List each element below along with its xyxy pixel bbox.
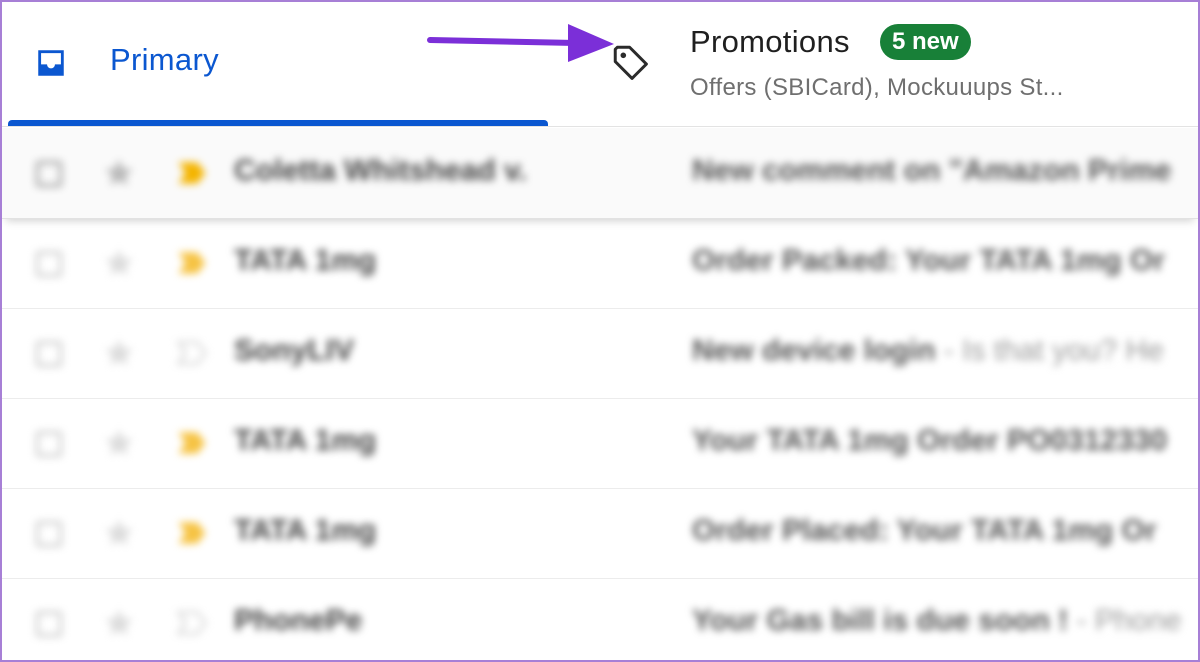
sender-name: TATA 1mg: [234, 514, 377, 547]
select-checkbox[interactable]: [36, 611, 62, 637]
table-row[interactable]: Coletta Whitshead v. New comment on "Ama…: [2, 128, 1198, 219]
inbox-icon: [38, 50, 64, 76]
tab-primary-label: Primary: [110, 42, 219, 77]
star-icon[interactable]: [102, 246, 136, 280]
sender-name: Coletta Whitshead v.: [234, 154, 527, 187]
important-marker-icon[interactable]: [176, 428, 208, 458]
tab-promotions-label: Promotions: [690, 24, 850, 59]
email-subject: Your Gas bill is due soon ! - Phone: [692, 604, 1198, 638]
subject-text: Your Gas bill is due soon !: [692, 604, 1069, 637]
select-checkbox[interactable]: [36, 341, 62, 367]
email-subject: New comment on "Amazon Prime: [692, 154, 1198, 188]
sender-name: PhonePe: [234, 604, 363, 637]
important-marker-icon[interactable]: [176, 338, 208, 368]
star-icon[interactable]: [102, 516, 136, 550]
table-row[interactable]: TATA 1mg Order Packed: Your TATA 1mg Or: [2, 218, 1198, 309]
star-icon[interactable]: [102, 606, 136, 640]
active-tab-indicator: [8, 120, 548, 126]
email-list: Coletta Whitshead v. New comment on "Ama…: [2, 128, 1198, 660]
email-subject: Order Packed: Your TATA 1mg Or: [692, 244, 1198, 278]
subject-text: Order Packed: Your TATA 1mg Or: [692, 244, 1165, 277]
sender-name: TATA 1mg: [234, 424, 377, 457]
email-subject: Order Placed: Your TATA 1mg Or: [692, 514, 1198, 548]
table-row[interactable]: TATA 1mg Your TATA 1mg Order PO0312330: [2, 398, 1198, 489]
table-row[interactable]: SonyLIV New device login - Is that you? …: [2, 308, 1198, 399]
subject-text: New comment on "Amazon Prime: [692, 154, 1172, 187]
select-checkbox[interactable]: [36, 251, 62, 277]
promotions-snippet: Offers (SBICard), Mockuuups St...: [690, 74, 1064, 101]
star-icon[interactable]: [102, 336, 136, 370]
snippet-text: - Is that you? He: [935, 334, 1164, 367]
important-marker-icon[interactable]: [176, 248, 208, 278]
subject-text: Your TATA 1mg Order PO0312330: [692, 424, 1168, 457]
select-checkbox[interactable]: [36, 431, 62, 457]
sender-name: TATA 1mg: [234, 244, 377, 277]
snippet-text: - Phone: [1068, 604, 1182, 637]
gmail-window: Primary Promotions 5 new Offers (SBICard…: [0, 0, 1200, 662]
tag-icon: [613, 45, 648, 80]
important-marker-icon[interactable]: [176, 518, 208, 548]
new-count-badge: 5 new: [880, 24, 971, 60]
star-icon[interactable]: [102, 156, 136, 190]
select-checkbox[interactable]: [36, 161, 62, 187]
arrow-icon: [427, 24, 614, 62]
subject-text: Order Placed: Your TATA 1mg Or: [692, 514, 1157, 547]
table-row[interactable]: TATA 1mg Order Placed: Your TATA 1mg Or: [2, 488, 1198, 579]
star-icon[interactable]: [102, 426, 136, 460]
important-marker-icon[interactable]: [176, 158, 208, 188]
important-marker-icon[interactable]: [176, 608, 208, 638]
email-subject: New device login - Is that you? He: [692, 334, 1198, 368]
subject-text: New device login: [692, 334, 936, 367]
tab-promotions[interactable]: Promotions 5 new Offers (SBICard), Mocku…: [562, 2, 1198, 126]
sender-name: SonyLIV: [234, 334, 355, 367]
select-checkbox[interactable]: [36, 521, 62, 547]
table-row[interactable]: PhonePe Your Gas bill is due soon ! - Ph…: [2, 578, 1198, 660]
category-tab-bar: Primary Promotions 5 new Offers (SBICard…: [2, 2, 1198, 127]
email-subject: Your TATA 1mg Order PO0312330: [692, 424, 1198, 458]
